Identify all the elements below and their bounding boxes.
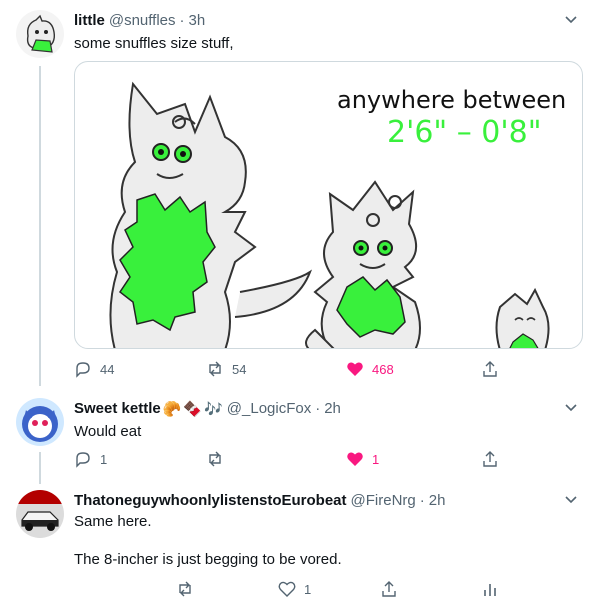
- tweet-text: Would eat: [74, 423, 142, 440]
- avatar[interactable]: [16, 398, 64, 446]
- tweet-text-line-2: The 8-incher is just begging to be vored…: [74, 551, 342, 568]
- tweet-header: little @snuffles · 3h: [74, 12, 205, 29]
- heart-filled-icon: [347, 452, 363, 466]
- reply-icon: [76, 362, 90, 378]
- thread-line: [39, 66, 41, 386]
- user-handle[interactable]: @FireNrg: [351, 492, 416, 509]
- reply-count: 1: [100, 451, 108, 467]
- tweet-text: some snuffles size stuff,: [74, 35, 234, 52]
- tweet-actions: 1: [74, 580, 504, 600]
- thread-line: [39, 452, 41, 484]
- user-handle[interactable]: @snuffles: [109, 12, 176, 29]
- retweet-button[interactable]: [206, 450, 224, 468]
- tweet-text-line-1: Same here.: [74, 513, 152, 530]
- like-count: 468: [372, 361, 394, 377]
- music-notes-emoji: 🎶: [204, 401, 223, 418]
- like-count: 1: [372, 451, 380, 467]
- reply-icon: [76, 452, 90, 468]
- tweet-actions: 44 54 468: [74, 360, 504, 380]
- separator-dot: ·: [179, 12, 185, 29]
- media-caption-line2: 2'6" – 0'8": [387, 115, 542, 150]
- avatar[interactable]: [16, 490, 64, 538]
- timestamp[interactable]: 2h: [324, 400, 341, 417]
- retweet-icon: [209, 451, 221, 467]
- retweet-button[interactable]: 54: [206, 360, 246, 378]
- user-handle[interactable]: @_LogicFox: [227, 400, 311, 417]
- chevron-down-icon[interactable]: [562, 10, 580, 28]
- name-emojis: 🥐 🍫 🎶: [163, 400, 223, 418]
- like-button[interactable]: 1: [346, 450, 379, 468]
- avatar[interactable]: [16, 10, 64, 58]
- share-button[interactable]: [380, 580, 398, 598]
- like-button[interactable]: 1: [278, 580, 311, 598]
- tweet-actions: 1 1: [74, 450, 504, 470]
- display-name[interactable]: ThatoneguywhoonlylistenstoEurobeat: [74, 492, 347, 509]
- retweet-icon: [209, 361, 221, 377]
- timestamp[interactable]: 3h: [189, 12, 206, 29]
- tweet-header: Sweet kettle 🥐 🍫 🎶 @_LogicFox · 2h: [74, 400, 341, 418]
- like-count: 1: [304, 581, 312, 597]
- media-caption-line1: anywhere between: [337, 86, 566, 114]
- display-name[interactable]: Sweet kettle: [74, 400, 161, 417]
- separator-dot: ·: [419, 492, 425, 509]
- separator-dot: ·: [315, 400, 321, 417]
- reply-count: 44: [100, 361, 115, 377]
- reply-button[interactable]: 44: [74, 360, 114, 378]
- heart-outline-icon: [278, 581, 296, 597]
- share-icon: [483, 361, 497, 377]
- display-name[interactable]: little: [74, 12, 105, 29]
- heart-filled-icon: [347, 362, 363, 376]
- share-icon: [483, 451, 497, 467]
- chevron-down-icon[interactable]: [562, 490, 580, 508]
- reply-button[interactable]: 1: [74, 450, 107, 468]
- analytics-button[interactable]: [481, 580, 499, 598]
- tweet-header: ThatoneguywhoonlylistenstoEurobeat @Fire…: [74, 492, 445, 509]
- retweet-icon: [179, 581, 191, 597]
- share-button[interactable]: [481, 450, 499, 468]
- snuffles-size-chart-image: anywhere between 2'6" – 0'8": [109, 81, 566, 348]
- croissant-emoji: 🥐: [162, 401, 182, 418]
- analytics-icon: [484, 584, 496, 596]
- chocolate-emoji: 🍫: [183, 401, 203, 418]
- tweet-3[interactable]: ThatoneguywhoonlylistenstoEurobeat @Fire…: [0, 484, 598, 604]
- tweet-2[interactable]: Sweet kettle 🥐 🍫 🎶 @_LogicFox · 2h Would…: [0, 386, 598, 484]
- timestamp[interactable]: 2h: [429, 492, 446, 509]
- retweet-count: 54: [232, 361, 247, 377]
- chevron-down-icon[interactable]: [562, 398, 580, 416]
- reply-button[interactable]: [176, 580, 194, 598]
- share-icon: [382, 581, 396, 597]
- share-button[interactable]: [481, 360, 499, 378]
- tweet-1[interactable]: little @snuffles · 3h some snuffles size…: [0, 0, 598, 386]
- like-button[interactable]: 468: [346, 360, 394, 378]
- tweet-image[interactable]: anywhere between 2'6" – 0'8": [74, 61, 583, 349]
